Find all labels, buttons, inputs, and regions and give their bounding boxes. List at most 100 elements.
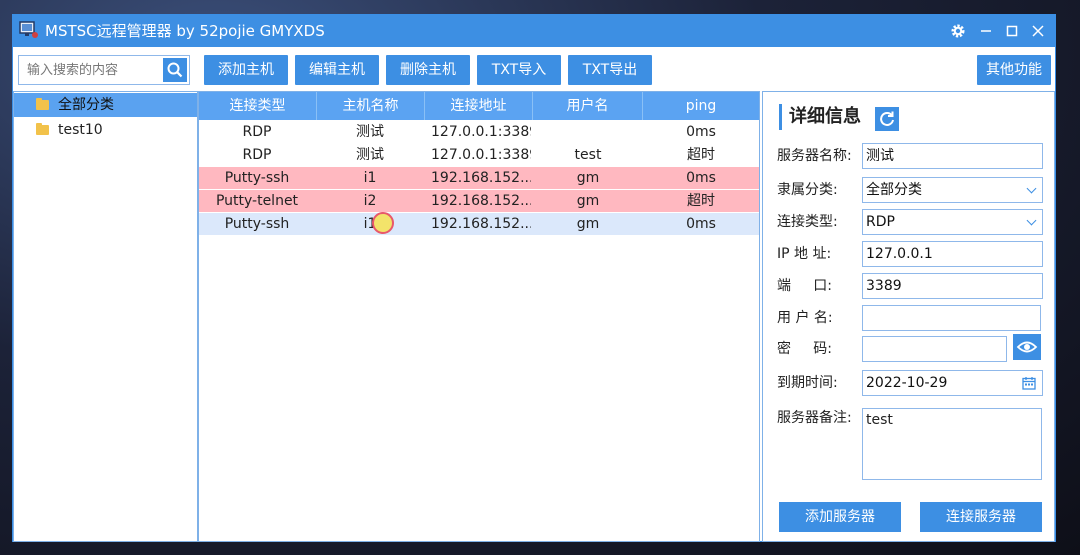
column-header[interactable]: 连接类型 xyxy=(199,92,317,120)
search-icon xyxy=(167,62,183,78)
detail-title: 详细信息 xyxy=(789,106,861,127)
table-row[interactable]: RDP 测试 127.0.0.1:3389 test 超时 xyxy=(199,144,759,166)
note-label: 服务器备注: xyxy=(777,410,852,426)
password-label: 密 码: xyxy=(777,341,832,357)
window-title: MSTSC远程管理器 by 52pojie GMYXDS xyxy=(45,22,325,40)
maximize-icon[interactable] xyxy=(1001,20,1023,42)
host-table: 连接类型 主机名称 连接地址 用户名 ping RDP 测试 127.0.0.1… xyxy=(198,91,760,542)
table-row[interactable]: Putty-telnet i2 192.168.152.... gm 超时 xyxy=(199,190,759,212)
tree-item-test10[interactable]: test10 xyxy=(14,118,197,142)
cell-address: 127.0.0.1:3389 xyxy=(431,124,531,140)
calendar-icon[interactable] xyxy=(1022,376,1036,390)
server-name-value: 测试 xyxy=(866,148,894,164)
detail-accent-bar xyxy=(779,104,782,130)
category-select[interactable]: 全部分类 xyxy=(862,177,1043,203)
search-input[interactable] xyxy=(19,56,175,84)
cell-type: Putty-ssh xyxy=(224,216,290,232)
app-icon xyxy=(19,21,38,38)
column-header[interactable]: ping xyxy=(643,92,759,120)
app-window: MSTSC远程管理器 by 52pojie GMYXDS 输入搜索的内容 添加主… xyxy=(12,14,1056,542)
edit-host-button[interactable]: 编辑主机 xyxy=(295,55,379,85)
show-password-button[interactable] xyxy=(1013,334,1041,360)
cell-name: i1 xyxy=(363,216,377,232)
cell-name: i2 xyxy=(363,193,377,209)
cell-address: 127.0.0.1:3389 xyxy=(431,147,531,163)
cell-type: Putty-telnet xyxy=(215,193,299,209)
search-box xyxy=(18,55,190,85)
cell-type: RDP xyxy=(242,124,272,140)
cell-ping: 0ms xyxy=(686,216,716,232)
mouse-cursor-indicator xyxy=(372,212,394,234)
cell-address: 192.168.152.... xyxy=(431,216,531,232)
minimize-icon[interactable] xyxy=(975,20,997,42)
refresh-icon xyxy=(880,111,894,126)
chevron-down-icon xyxy=(1026,215,1037,226)
connect-server-button[interactable]: 连接服务器 xyxy=(920,502,1042,532)
cell-ping: 0ms xyxy=(686,124,716,140)
search-button[interactable] xyxy=(163,58,187,82)
cell-user: gm xyxy=(576,193,600,209)
eye-icon xyxy=(1016,341,1038,353)
conn-type-select[interactable]: RDP xyxy=(862,209,1043,235)
ip-field[interactable]: 127.0.0.1 xyxy=(862,241,1043,267)
table-row[interactable]: Putty-ssh i1 192.168.152.... gm 0ms xyxy=(199,212,759,235)
cell-name: 测试 xyxy=(356,124,384,140)
gear-icon[interactable] xyxy=(947,20,969,42)
folder-icon xyxy=(36,98,49,110)
note-value: test xyxy=(866,412,893,428)
expire-label: 到期时间: xyxy=(777,375,838,391)
title-bar: MSTSC远程管理器 by 52pojie GMYXDS xyxy=(13,15,1055,47)
cell-user: test xyxy=(574,147,602,163)
column-header[interactable]: 连接地址 xyxy=(425,92,533,120)
tree-item-all[interactable]: 全部分类 xyxy=(14,93,197,117)
folder-icon xyxy=(36,123,49,135)
cell-ping: 超时 xyxy=(687,193,715,209)
category-tree: 全部分类 test10 xyxy=(13,91,198,542)
category-value: 全部分类 xyxy=(866,182,922,198)
column-header[interactable]: 用户名 xyxy=(533,92,643,120)
conn-type-label: 连接类型: xyxy=(777,214,838,230)
port-label: 端 口: xyxy=(777,278,832,294)
column-header[interactable]: 主机名称 xyxy=(317,92,425,120)
other-functions-button[interactable]: 其他功能 xyxy=(977,55,1051,85)
cell-name: i1 xyxy=(363,170,377,186)
cell-address: 192.168.152.... xyxy=(431,170,531,186)
refresh-button[interactable] xyxy=(875,107,899,131)
tree-item-label: test10 xyxy=(58,122,103,138)
txt-import-button[interactable]: TXT导入 xyxy=(477,55,561,85)
cell-type: Putty-ssh xyxy=(224,170,290,186)
table-row[interactable]: RDP 测试 127.0.0.1:3389 0ms xyxy=(199,121,759,143)
table-row[interactable]: Putty-ssh i1 192.168.152.... gm 0ms xyxy=(199,167,759,189)
table-header: 连接类型 主机名称 连接地址 用户名 ping xyxy=(199,92,759,120)
add-server-button[interactable]: 添加服务器 xyxy=(779,502,901,532)
server-name-label: 服务器名称: xyxy=(777,148,852,164)
username-field[interactable] xyxy=(862,305,1041,331)
cell-address: 192.168.152.... xyxy=(431,193,531,209)
expire-value: 2022-10-29 xyxy=(866,375,948,391)
password-field[interactable] xyxy=(862,336,1007,362)
conn-type-value: RDP xyxy=(866,214,895,230)
server-name-field[interactable]: 测试 xyxy=(862,143,1043,169)
cell-name: 测试 xyxy=(356,147,384,163)
category-label: 隶属分类: xyxy=(777,182,838,198)
close-icon[interactable] xyxy=(1027,20,1049,42)
cell-ping: 0ms xyxy=(686,170,716,186)
note-textarea[interactable]: test xyxy=(862,408,1042,480)
username-label: 用 户 名: xyxy=(777,310,833,326)
delete-host-button[interactable]: 删除主机 xyxy=(386,55,470,85)
cell-user: gm xyxy=(576,216,600,232)
expire-date-field[interactable]: 2022-10-29 xyxy=(862,370,1043,396)
ip-value: 127.0.0.1 xyxy=(866,246,933,262)
cell-user xyxy=(533,121,643,143)
detail-panel: 详细信息 服务器名称: 测试 隶属分类: 全部分类 连接类型: RDP IP 地… xyxy=(762,91,1055,542)
tree-item-label: 全部分类 xyxy=(58,97,114,113)
port-value: 3389 xyxy=(866,278,902,294)
port-field[interactable]: 3389 xyxy=(862,273,1043,299)
cell-ping: 超时 xyxy=(687,147,715,163)
ip-label: IP 地 址: xyxy=(777,246,832,262)
txt-export-button[interactable]: TXT导出 xyxy=(568,55,652,85)
add-host-button[interactable]: 添加主机 xyxy=(204,55,288,85)
cell-type: RDP xyxy=(242,147,272,163)
toolbar: 添加主机 编辑主机 删除主机 TXT导入 TXT导出 其他功能 xyxy=(13,47,1055,91)
chevron-down-icon xyxy=(1026,183,1037,194)
